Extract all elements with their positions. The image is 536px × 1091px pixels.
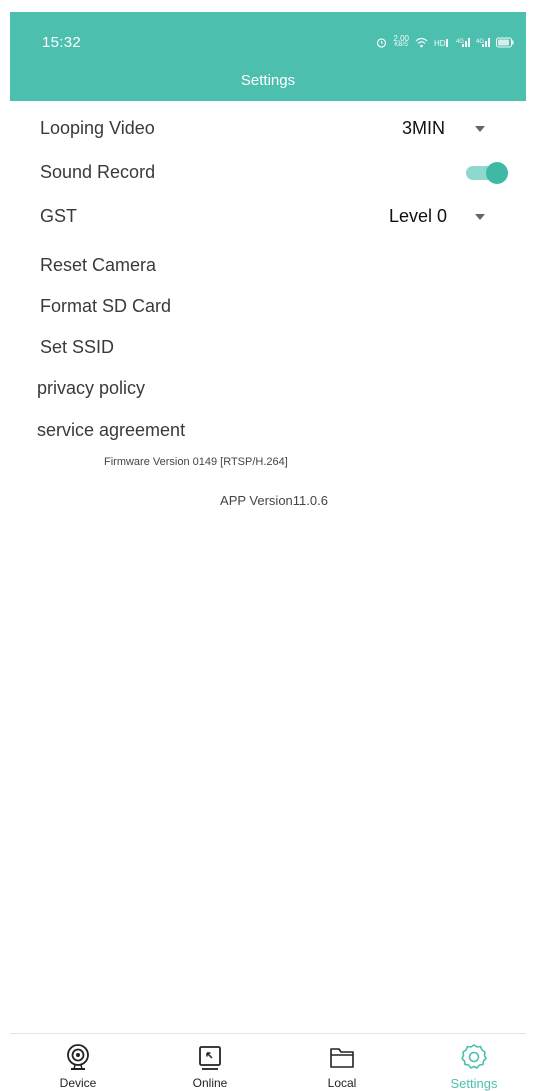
format-sd-card-label[interactable]: Format SD Card [40,296,171,317]
set-ssid-label[interactable]: Set SSID [40,337,114,358]
nav-online-label: Online [192,1076,228,1090]
nav-local[interactable]: Local [292,1034,392,1091]
privacy-policy-row[interactable]: privacy policy [0,368,536,408]
settings-screen: 15:32 2.00 KB/S HD 4G 4G Settings Loopin… [0,0,536,1091]
folder-icon [330,1048,354,1068]
chevron-down-icon[interactable] [475,126,485,132]
nav-online[interactable]: Online [160,1034,260,1091]
set-ssid-row[interactable]: Set SSID [0,327,536,367]
gst-row[interactable]: GST Level 0 [0,196,536,236]
sound-record-label: Sound Record [40,162,156,182]
looping-video-label: Looping Video [40,118,155,138]
network-speed: 2.00 KB/S [393,34,409,49]
nav-local-label: Local [327,1076,357,1090]
privacy-policy-link[interactable]: privacy policy [37,378,145,399]
nav-device-label: Device [59,1076,97,1090]
firmware-version: Firmware Version 0149 [RTSP/H.264] [104,456,288,468]
svg-text:4G: 4G [456,39,464,45]
svg-text:HD: HD [434,39,446,48]
wifi-icon [415,37,428,47]
bottom-nav: Device Online Local Settings [10,1033,526,1091]
page-title: Settings [240,72,296,89]
gst-label: GST [40,206,78,226]
service-agreement-link[interactable]: service agreement [37,420,185,441]
nav-settings[interactable]: Settings [424,1034,524,1091]
gear-icon [461,1044,487,1069]
gst-value[interactable]: Level 0 [389,206,447,227]
svg-text:4G: 4G [476,39,484,45]
sound-record-toggle[interactable] [466,162,508,184]
hd-signal-icon: HD [434,38,448,48]
online-screen-icon [199,1046,221,1070]
toggle-knob [486,162,508,184]
app-version: APP Version11.0.6 [220,493,328,508]
header-bar: 15:32 2.00 KB/S HD 4G 4G Settings [10,12,526,101]
status-icons: 2.00 KB/S HD 4G 4G [376,35,514,49]
chevron-down-icon[interactable] [475,214,485,220]
status-time: 15:32 [42,34,82,51]
sound-record-row: Sound Record [0,152,536,192]
cell-signal-2-icon: 4G [476,37,490,47]
nav-device[interactable]: Device [28,1034,128,1091]
webcam-icon [67,1044,89,1070]
looping-video-row[interactable]: Looping Video 3MIN [0,108,536,148]
service-agreement-row[interactable]: service agreement [0,410,536,450]
nav-settings-label: Settings [450,1076,498,1091]
reset-camera-row[interactable]: Reset Camera [0,245,536,285]
battery-icon [496,37,514,47]
looping-video-value[interactable]: 3MIN [402,118,445,139]
format-sd-card-row[interactable]: Format SD Card [0,286,536,326]
alarm-icon [377,37,387,48]
reset-camera-label[interactable]: Reset Camera [40,255,156,276]
cell-signal-1-icon: 4G [456,37,470,47]
